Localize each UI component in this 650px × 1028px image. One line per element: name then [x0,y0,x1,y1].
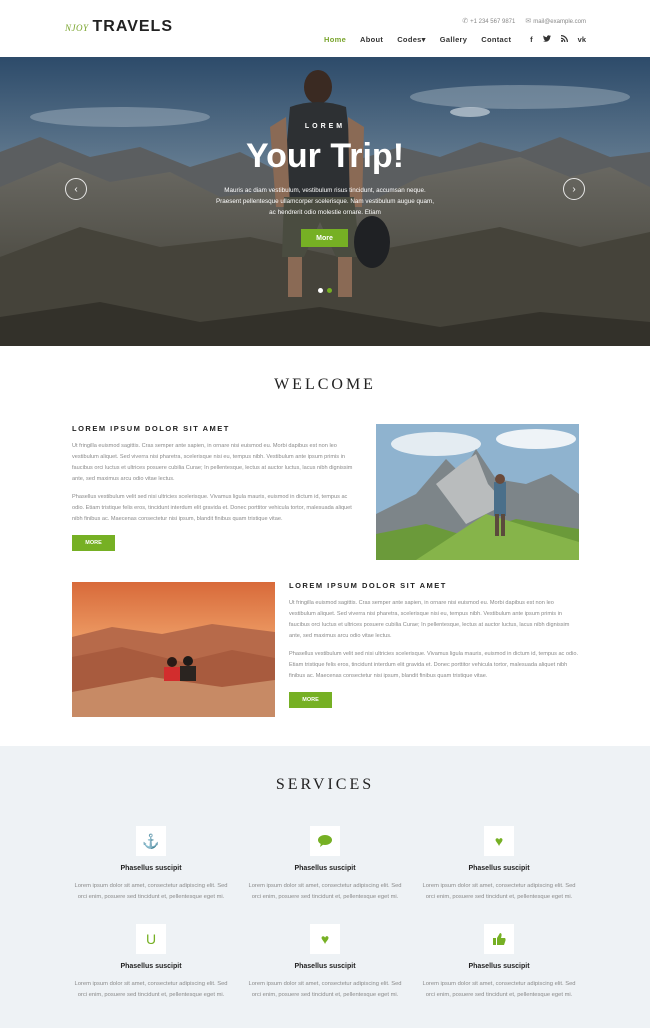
hero-more-button[interactable]: More [301,229,348,247]
nav-codes[interactable]: Codes▾ [397,35,426,44]
mountain-hiker-image [376,424,579,560]
welcome-title: WELCOME [274,376,376,393]
logo[interactable]: NJOY TRAVELS [65,18,173,36]
anchor-icon: ⚓ [136,826,166,856]
site-header: NJOY TRAVELS ✆ +1 234 567 9871 ✉ mail@exam… [0,0,650,57]
service-title: Phasellus suscipit [468,865,530,872]
welcome-more-button[interactable]: MORE [289,692,332,708]
service-text: Lorem ipsum dolor sit amet, consectetur … [74,883,228,900]
rss-icon[interactable] [560,35,568,44]
phone-icon: ✆ [462,18,469,25]
service-item: ♥ Phasellus suscipit Lorem ipsum dolor s… [245,924,405,1001]
phone-info: ✆ +1 234 567 9871 [462,17,515,25]
facebook-icon[interactable]: f [530,35,533,44]
service-text: Lorem ipsum dolor sit amet, consectetur … [248,981,402,998]
service-text: Lorem ipsum dolor sit amet, consectetur … [422,981,576,998]
service-text: Lorem ipsum dolor sit amet, consectetur … [248,883,402,900]
slider-next-button[interactable]: › [563,178,585,200]
comment-icon [310,826,340,856]
welcome-more-button[interactable]: MORE [72,535,115,551]
hero-title: Your Trip! [245,137,405,175]
service-title: Phasellus suscipit [294,963,356,970]
mail-icon: ✉ [525,18,532,25]
hero-slider: LOREM Your Trip! Mauris ac diam vestibul… [0,57,650,346]
hero-text: Mauris ac diam vestibulum, vestibulum ri… [215,187,435,216]
services-title: SERVICES [275,776,375,793]
chevron-left-icon: ‹ [74,183,78,195]
heartbeat-icon: ♥ [310,924,340,954]
service-item: U Phasellus suscipit Lorem ipsum dolor s… [71,924,231,1001]
slider-dot-1[interactable] [318,288,323,293]
email-text[interactable]: mail@example.com [533,19,586,25]
social-links: f vk [530,35,586,44]
nav-about[interactable]: About [360,35,383,44]
contact-info: ✆ +1 234 567 9871 ✉ mail@example.com [462,17,586,25]
nav-home[interactable]: Home [324,35,346,44]
welcome-block-paragraph: Phasellus vestibulum velit sed nisi ultr… [289,651,579,679]
service-item: Phasellus suscipit Lorem ipsum dolor sit… [419,924,579,1001]
service-title: Phasellus suscipit [120,865,182,872]
welcome-block-paragraph: Phasellus vestibulum velit sed nisi ultr… [72,494,352,522]
service-title: Phasellus suscipit [468,963,530,970]
service-title: Phasellus suscipit [120,963,182,970]
service-item: ♥ Phasellus suscipit Lorem ipsum dolor s… [419,826,579,903]
welcome-block-heading: LOREM IPSUM DOLOR SIT AMET [289,581,447,590]
slider-prev-button[interactable]: ‹ [65,178,87,200]
welcome-block-2: LOREM IPSUM DOLOR SIT AMET Ut fringilla … [289,581,579,708]
welcome-block-paragraph: Ut fringilla euismod sagittis. Cras semp… [72,443,353,482]
hero-kicker: LOREM [304,123,346,130]
slider-dot-2[interactable] [327,288,332,293]
thumbs-up-icon [484,924,514,954]
service-text: Lorem ipsum dolor sit amet, consectetur … [74,981,228,998]
canyon-couple-image [72,582,275,717]
logo-prefix: NJOY [65,23,89,33]
slider-dots [318,288,332,293]
logo-text: TRAVELS [92,18,173,35]
service-text: Lorem ipsum dolor sit amet, consectetur … [422,883,576,900]
main-nav: Home About Codes▾ Gallery Contact [324,35,511,44]
magnet-icon: U [136,924,166,954]
vk-icon[interactable]: vk [578,35,586,44]
nav-gallery[interactable]: Gallery [440,35,468,44]
nav-contact[interactable]: Contact [481,35,511,44]
twitter-icon[interactable] [542,35,551,44]
phone-text: +1 234 567 9871 [470,19,516,25]
welcome-block-heading: LOREM IPSUM DOLOR SIT AMET [72,424,230,433]
chevron-right-icon: › [572,183,576,195]
email-info[interactable]: ✉ mail@example.com [525,17,586,25]
welcome-block-1: LOREM IPSUM DOLOR SIT AMET Ut fringilla … [72,424,359,551]
welcome-block-paragraph: Ut fringilla euismod sagittis. Cras semp… [289,600,570,639]
heartbeat-icon: ♥ [484,826,514,856]
service-item: Phasellus suscipit Lorem ipsum dolor sit… [245,826,405,903]
service-item: ⚓ Phasellus suscipit Lorem ipsum dolor s… [71,826,231,903]
service-title: Phasellus suscipit [294,865,356,872]
